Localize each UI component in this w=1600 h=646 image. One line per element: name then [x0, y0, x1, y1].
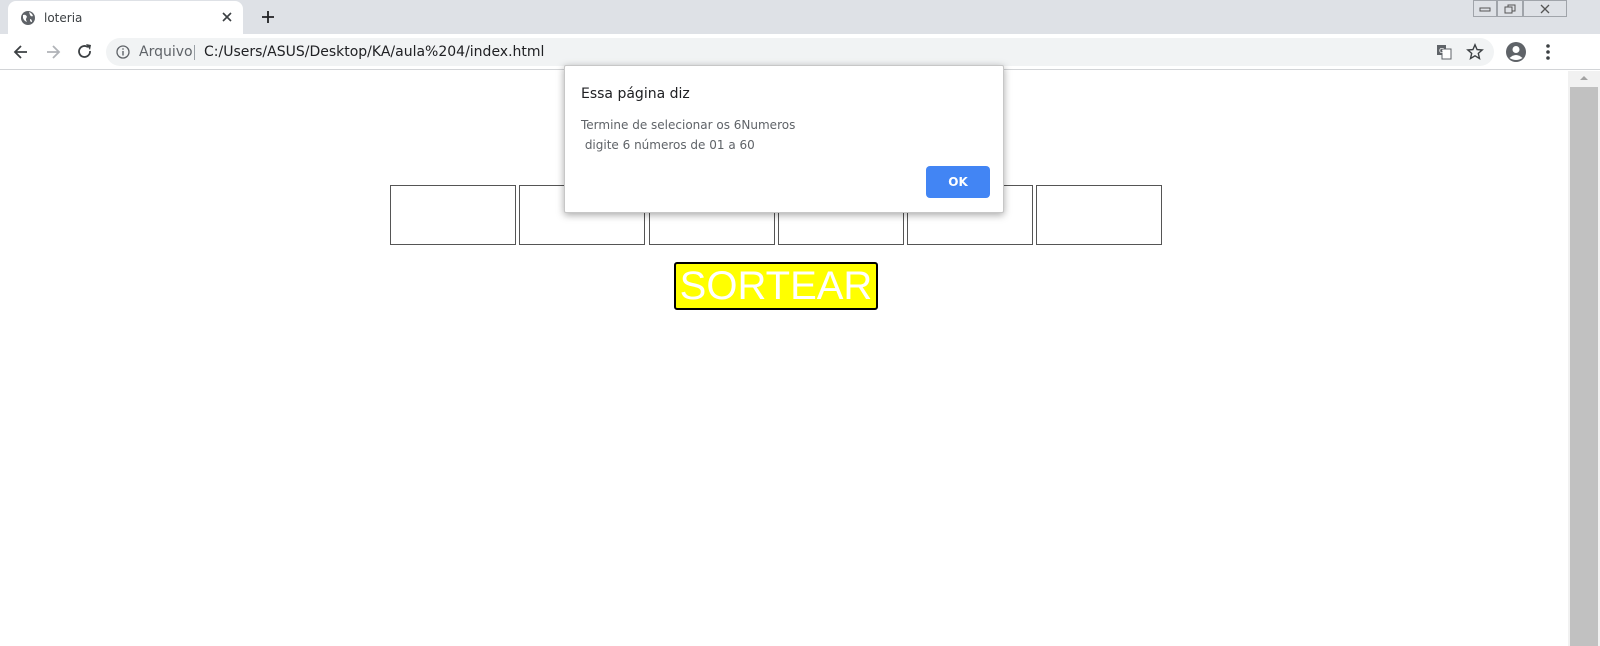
globe-icon — [21, 11, 35, 25]
restore-button[interactable] — [1497, 0, 1523, 17]
sortear-button[interactable]: SORTEAR — [674, 262, 878, 310]
site-info-chip[interactable]: Arquivo — [139, 44, 193, 60]
dialog-message: Termine de selecionar os 6Numeros digite… — [581, 118, 796, 152]
scrollbar-thumb[interactable] — [1570, 87, 1598, 646]
url-text[interactable]: C:/Users/ASUS/Desktop/KA/aula%204/index.… — [204, 44, 544, 60]
back-arrow-icon[interactable] — [11, 42, 31, 62]
address-bar[interactable]: Arquivo C:/Users/ASUS/Desktop/KA/aula%20… — [106, 38, 1494, 66]
plus-icon[interactable] — [258, 7, 278, 27]
reload-icon[interactable] — [75, 42, 95, 62]
restore-icon — [1504, 4, 1516, 14]
translate-icon[interactable]: G — [1436, 44, 1452, 60]
info-icon[interactable] — [116, 45, 130, 59]
number-input-6[interactable] — [1036, 185, 1162, 245]
forward-arrow-icon[interactable] — [43, 42, 63, 62]
ok-button[interactable]: OK — [926, 166, 990, 198]
tab-strip: loteria — [0, 0, 1600, 34]
close-icon[interactable] — [219, 9, 235, 25]
tab-loteria[interactable]: loteria — [8, 1, 243, 34]
vertical-scrollbar[interactable] — [1568, 71, 1600, 646]
omnibox-separator — [194, 45, 195, 60]
scroll-up-arrow-icon[interactable] — [1577, 73, 1591, 83]
alert-dialog: Essa página diz Termine de selecionar os… — [564, 65, 1004, 213]
number-input-1[interactable] — [390, 185, 516, 245]
close-window-icon — [1540, 4, 1550, 14]
profile-avatar-icon[interactable] — [1505, 41, 1527, 63]
more-menu-icon[interactable] — [1545, 42, 1551, 62]
dialog-title: Essa página diz — [581, 86, 690, 102]
tab-title: loteria — [44, 11, 83, 25]
close-window-button[interactable] — [1523, 0, 1567, 17]
minimize-icon — [1479, 7, 1491, 12]
svg-text:G: G — [1439, 47, 1444, 55]
bookmark-star-icon[interactable] — [1466, 43, 1484, 61]
minimize-button[interactable] — [1473, 0, 1497, 17]
